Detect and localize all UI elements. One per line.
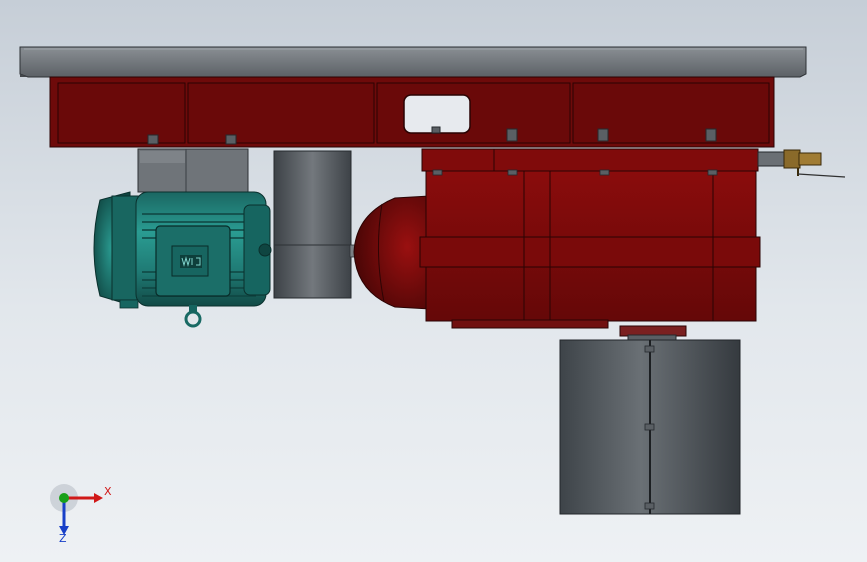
x-axis-label: X [104, 485, 112, 498]
electric-motor[interactable] [93, 191, 272, 328]
cad-viewport[interactable]: X Z [0, 0, 867, 562]
gearbox[interactable] [419, 148, 761, 342]
weg-logo-icon [180, 255, 202, 268]
lifting-eye-icon [184, 310, 202, 328]
hose-fitting [757, 149, 846, 178]
coupling-guard [273, 150, 359, 299]
support-frame[interactable] [49, 76, 775, 148]
motor-mount-bracket [137, 148, 249, 193]
gearbox-input-bell [353, 195, 431, 310]
output-drum[interactable] [559, 339, 741, 515]
top-mounting-plate[interactable] [19, 46, 807, 78]
assembly-model[interactable] [0, 0, 867, 562]
coordinate-triad: X Z [48, 478, 118, 548]
z-axis-label: Z [59, 532, 67, 545]
